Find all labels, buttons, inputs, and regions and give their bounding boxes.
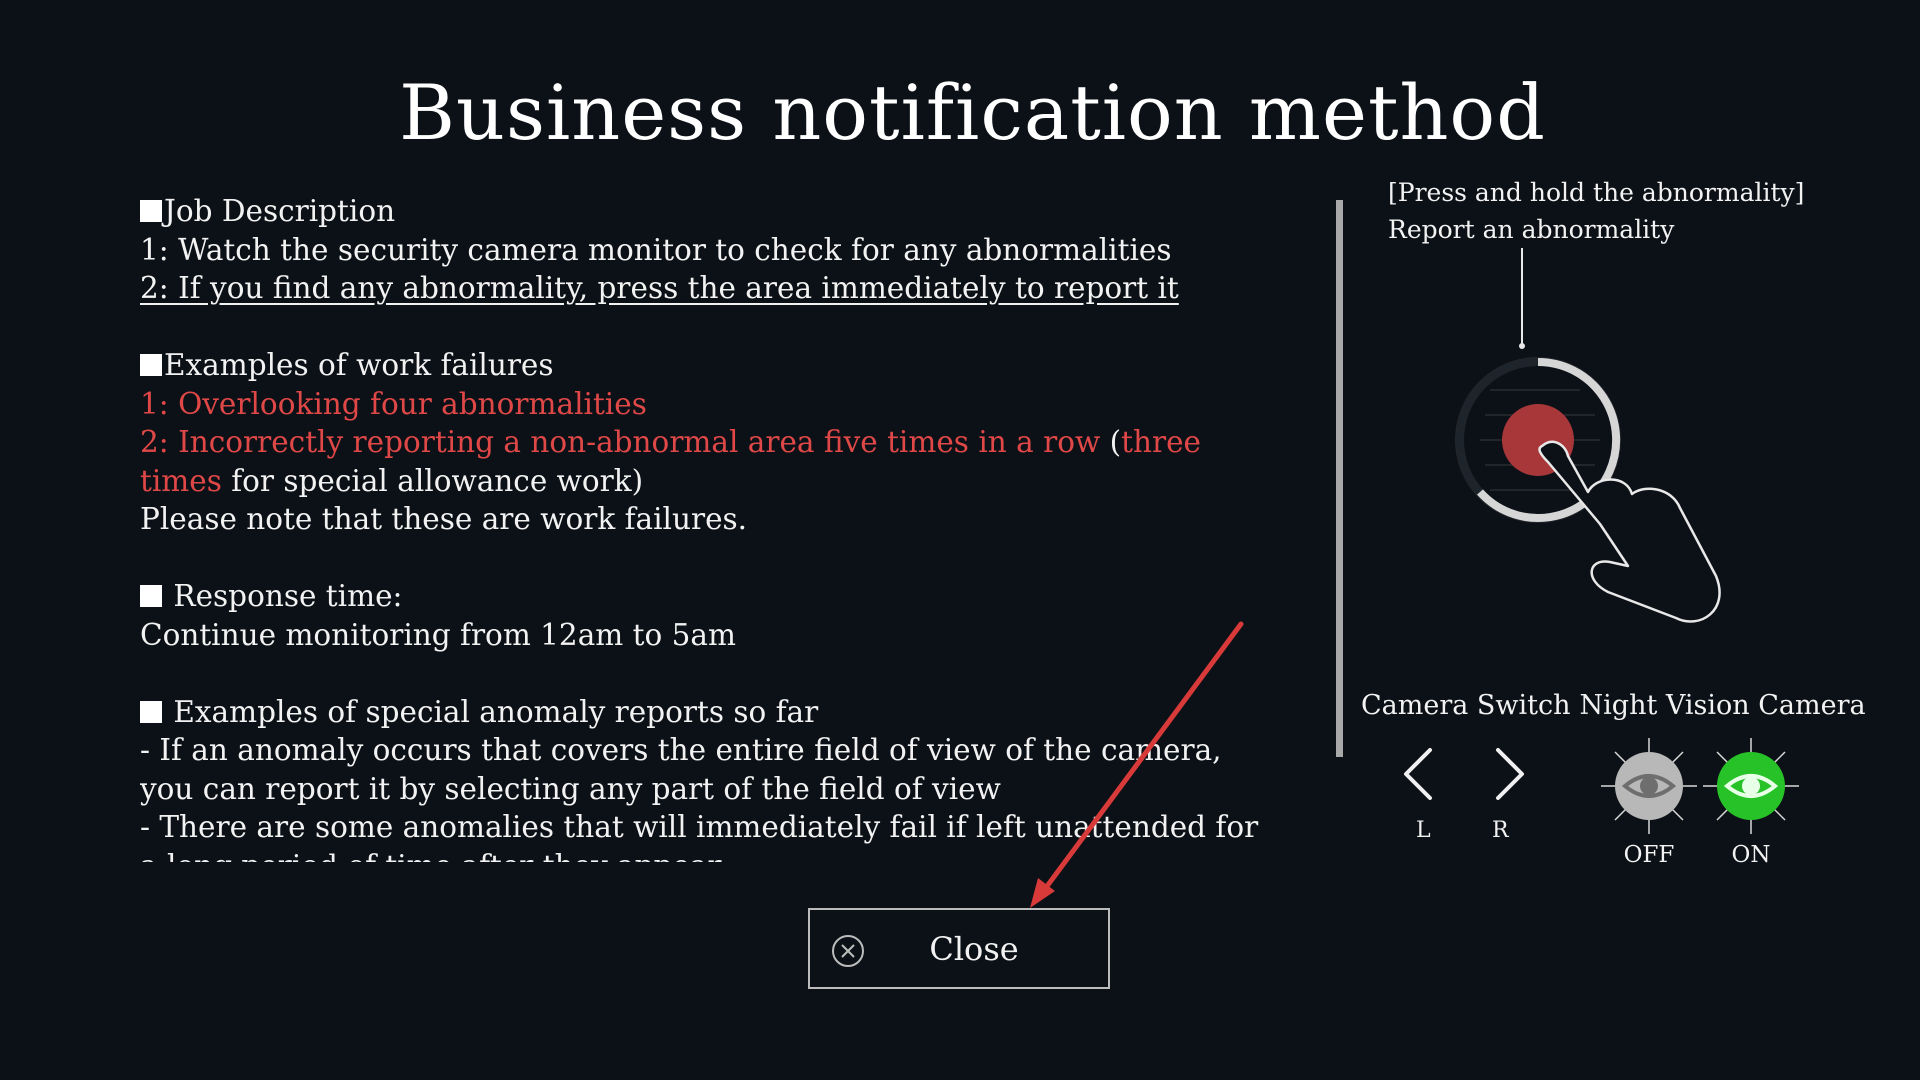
fail-heading: Examples of work failures bbox=[140, 346, 1325, 385]
camera-left-label: L bbox=[1416, 818, 1431, 843]
press-hold-illustration bbox=[1455, 248, 1721, 623]
fail-item-2: 2: Incorrectly reporting a non-abnormal … bbox=[140, 425, 1201, 459]
special-item-2b: a long period of time after they appear bbox=[140, 847, 1325, 863]
camera-controls-label: Camera Switch Night Vision Camera bbox=[1361, 690, 1866, 721]
chevron-right-icon[interactable] bbox=[1480, 738, 1536, 810]
fail-item-2-cont: times for special allowance work) bbox=[140, 463, 644, 498]
press-instruction: [Press and hold the abnormality] Report … bbox=[1388, 174, 1804, 248]
job-item-1: 1: Watch the security camera monitor to … bbox=[140, 232, 1172, 267]
special-heading: Examples of special anomaly reports so f… bbox=[140, 693, 1325, 732]
response-text: Continue monitoring from 12am to 5am bbox=[140, 617, 736, 652]
square-bullet-icon bbox=[140, 585, 162, 607]
fail-item-1: 1: Overlooking four abnormalities bbox=[140, 386, 647, 421]
night-vision-off-label: OFF bbox=[1623, 842, 1675, 868]
close-button-label: Close bbox=[929, 930, 1019, 968]
scrollbar[interactable] bbox=[1336, 200, 1343, 757]
square-bullet-icon bbox=[140, 200, 162, 222]
special-item-1a: - If an anomaly occurs that covers the e… bbox=[140, 733, 1222, 767]
night-vision-off-button[interactable] bbox=[1601, 738, 1697, 834]
pointing-hand-icon bbox=[1538, 440, 1721, 623]
special-item-2a: - There are some anomalies that will imm… bbox=[140, 810, 1259, 844]
response-heading: Response time: bbox=[140, 577, 1325, 616]
fail-note: Please note that these are work failures… bbox=[140, 502, 748, 536]
instructions-scroll-area[interactable]: Job Description 1: Watch the security ca… bbox=[140, 192, 1325, 862]
night-vision-on-label: ON bbox=[1731, 842, 1771, 868]
job-item-2: 2: If you find any abnormality, press th… bbox=[140, 271, 1179, 305]
instruction-line-1: [Press and hold the abnormality] bbox=[1388, 178, 1805, 207]
square-bullet-icon bbox=[140, 700, 162, 723]
close-button[interactable]: Close bbox=[808, 908, 1110, 989]
job-heading: Job Description bbox=[140, 192, 1325, 231]
page-title: Business notification method bbox=[399, 68, 1546, 157]
square-bullet-icon bbox=[140, 354, 162, 376]
chevron-left-icon[interactable] bbox=[1392, 738, 1448, 810]
camera-right-label: R bbox=[1492, 818, 1509, 843]
night-vision-on-button[interactable] bbox=[1703, 738, 1799, 834]
special-item-1b: you can report it by selecting any part … bbox=[140, 771, 1001, 806]
